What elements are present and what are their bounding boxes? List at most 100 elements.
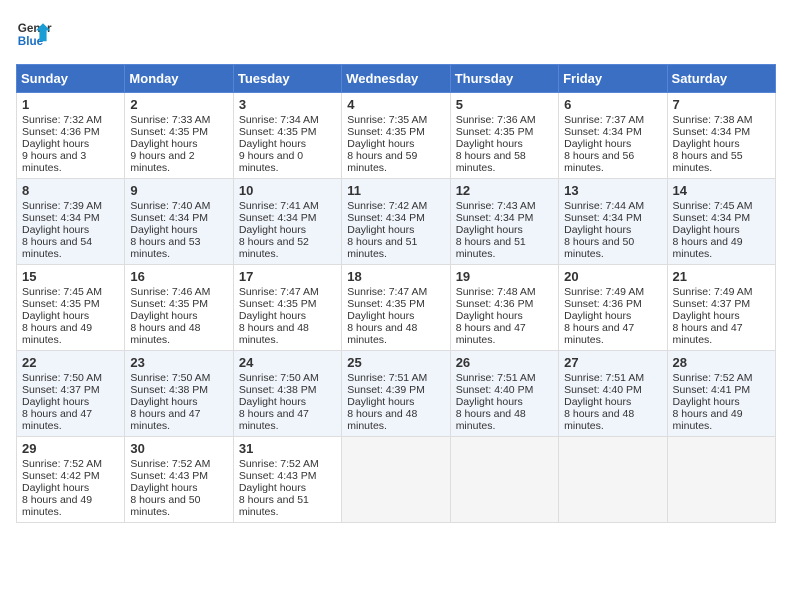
sunset: Sunset: 4:34 PM: [673, 212, 751, 224]
day-number: 6: [564, 97, 661, 112]
sunset: Sunset: 4:34 PM: [564, 212, 642, 224]
sunrise: Sunrise: 7:52 AM: [22, 458, 102, 470]
daylight-value: 8 hours and 48 minutes.: [564, 408, 634, 432]
day-number: 17: [239, 269, 336, 284]
daylight-label: Daylight hours: [673, 396, 740, 408]
daylight-label: Daylight hours: [22, 138, 89, 150]
page-header: General Blue: [16, 16, 776, 52]
sunrise: Sunrise: 7:40 AM: [130, 200, 210, 212]
daylight-value: 8 hours and 51 minutes.: [456, 236, 526, 260]
daylight-value: 8 hours and 47 minutes.: [130, 408, 200, 432]
day-number: 16: [130, 269, 227, 284]
calendar-cell: 17Sunrise: 7:47 AMSunset: 4:35 PMDayligh…: [233, 265, 341, 351]
day-number: 22: [22, 355, 119, 370]
calendar-cell: [559, 437, 667, 523]
daylight-value: 8 hours and 48 minutes.: [347, 408, 417, 432]
sunrise: Sunrise: 7:49 AM: [673, 286, 753, 298]
daylight-value: 8 hours and 48 minutes.: [130, 322, 200, 346]
calendar-cell: 10Sunrise: 7:41 AMSunset: 4:34 PMDayligh…: [233, 179, 341, 265]
daylight-value: 8 hours and 50 minutes.: [130, 494, 200, 518]
daylight-value: 8 hours and 48 minutes.: [347, 322, 417, 346]
sunrise: Sunrise: 7:50 AM: [239, 372, 319, 384]
sunrise: Sunrise: 7:52 AM: [239, 458, 319, 470]
calendar-cell: [450, 437, 558, 523]
sunset: Sunset: 4:34 PM: [239, 212, 317, 224]
sunset: Sunset: 4:43 PM: [239, 470, 317, 482]
day-number: 8: [22, 183, 119, 198]
daylight-label: Daylight hours: [347, 310, 414, 322]
weekday-header: Wednesday: [342, 65, 450, 93]
calendar-week-row: 22Sunrise: 7:50 AMSunset: 4:37 PMDayligh…: [17, 351, 776, 437]
sunrise: Sunrise: 7:48 AM: [456, 286, 536, 298]
daylight-value: 8 hours and 52 minutes.: [239, 236, 309, 260]
daylight-label: Daylight hours: [673, 310, 740, 322]
calendar-cell: 19Sunrise: 7:48 AMSunset: 4:36 PMDayligh…: [450, 265, 558, 351]
daylight-label: Daylight hours: [239, 224, 306, 236]
sunset: Sunset: 4:38 PM: [239, 384, 317, 396]
sunrise: Sunrise: 7:43 AM: [456, 200, 536, 212]
day-number: 5: [456, 97, 553, 112]
calendar-table: SundayMondayTuesdayWednesdayThursdayFrid…: [16, 64, 776, 523]
calendar-cell: 7Sunrise: 7:38 AMSunset: 4:34 PMDaylight…: [667, 93, 775, 179]
daylight-label: Daylight hours: [564, 396, 631, 408]
daylight-value: 8 hours and 58 minutes.: [456, 150, 526, 174]
daylight-label: Daylight hours: [456, 138, 523, 150]
sunrise: Sunrise: 7:46 AM: [130, 286, 210, 298]
day-number: 30: [130, 441, 227, 456]
day-number: 2: [130, 97, 227, 112]
sunrise: Sunrise: 7:50 AM: [130, 372, 210, 384]
daylight-value: 8 hours and 48 minutes.: [239, 322, 309, 346]
calendar-cell: 31Sunrise: 7:52 AMSunset: 4:43 PMDayligh…: [233, 437, 341, 523]
day-number: 11: [347, 183, 444, 198]
daylight-value: 8 hours and 47 minutes.: [564, 322, 634, 346]
daylight-label: Daylight hours: [130, 396, 197, 408]
calendar-cell: 24Sunrise: 7:50 AMSunset: 4:38 PMDayligh…: [233, 351, 341, 437]
sunset: Sunset: 4:36 PM: [564, 298, 642, 310]
sunrise: Sunrise: 7:42 AM: [347, 200, 427, 212]
daylight-label: Daylight hours: [564, 224, 631, 236]
calendar-cell: 26Sunrise: 7:51 AMSunset: 4:40 PMDayligh…: [450, 351, 558, 437]
daylight-value: 8 hours and 53 minutes.: [130, 236, 200, 260]
sunset: Sunset: 4:35 PM: [239, 298, 317, 310]
daylight-label: Daylight hours: [130, 482, 197, 494]
weekday-header: Monday: [125, 65, 233, 93]
weekday-header: Tuesday: [233, 65, 341, 93]
daylight-value: 8 hours and 50 minutes.: [564, 236, 634, 260]
calendar-cell: 8Sunrise: 7:39 AMSunset: 4:34 PMDaylight…: [17, 179, 125, 265]
calendar-week-row: 29Sunrise: 7:52 AMSunset: 4:42 PMDayligh…: [17, 437, 776, 523]
calendar-cell: [342, 437, 450, 523]
calendar-cell: 4Sunrise: 7:35 AMSunset: 4:35 PMDaylight…: [342, 93, 450, 179]
calendar-week-row: 1Sunrise: 7:32 AMSunset: 4:36 PMDaylight…: [17, 93, 776, 179]
daylight-label: Daylight hours: [564, 310, 631, 322]
sunset: Sunset: 4:35 PM: [22, 298, 100, 310]
weekday-header: Saturday: [667, 65, 775, 93]
sunrise: Sunrise: 7:51 AM: [564, 372, 644, 384]
daylight-value: 9 hours and 2 minutes.: [130, 150, 194, 174]
daylight-value: 8 hours and 51 minutes.: [239, 494, 309, 518]
sunrise: Sunrise: 7:51 AM: [456, 372, 536, 384]
day-number: 31: [239, 441, 336, 456]
calendar-cell: 22Sunrise: 7:50 AMSunset: 4:37 PMDayligh…: [17, 351, 125, 437]
daylight-label: Daylight hours: [564, 138, 631, 150]
calendar-cell: 3Sunrise: 7:34 AMSunset: 4:35 PMDaylight…: [233, 93, 341, 179]
calendar-cell: 28Sunrise: 7:52 AMSunset: 4:41 PMDayligh…: [667, 351, 775, 437]
daylight-value: 9 hours and 0 minutes.: [239, 150, 303, 174]
logo-icon: General Blue: [16, 16, 52, 52]
daylight-label: Daylight hours: [673, 138, 740, 150]
sunset: Sunset: 4:40 PM: [564, 384, 642, 396]
daylight-label: Daylight hours: [130, 224, 197, 236]
sunrise: Sunrise: 7:35 AM: [347, 114, 427, 126]
daylight-label: Daylight hours: [347, 224, 414, 236]
calendar-cell: 14 Sunrise: 7:45 AMSunset: 4:34 PMDayligh…: [667, 179, 775, 265]
day-number: 14: [673, 183, 770, 198]
sunrise: Sunrise: 7:45 AM: [673, 200, 753, 212]
calendar-cell: 12Sunrise: 7:43 AMSunset: 4:34 PMDayligh…: [450, 179, 558, 265]
day-number: 18: [347, 269, 444, 284]
daylight-label: Daylight hours: [673, 224, 740, 236]
daylight-label: Daylight hours: [456, 310, 523, 322]
day-number: 15: [22, 269, 119, 284]
daylight-label: Daylight hours: [347, 396, 414, 408]
day-number: 3: [239, 97, 336, 112]
sunrise: Sunrise: 7:45 AM: [22, 286, 102, 298]
daylight-value: 8 hours and 54 minutes.: [22, 236, 92, 260]
